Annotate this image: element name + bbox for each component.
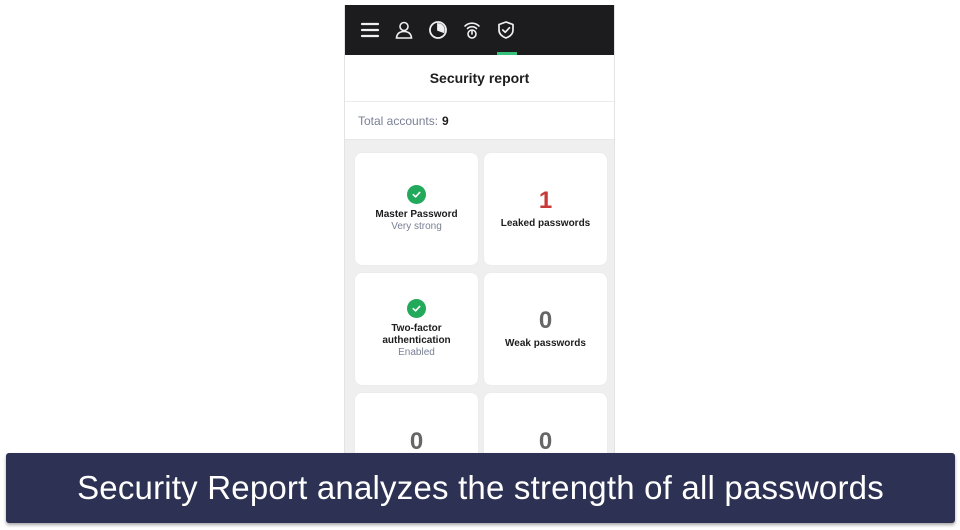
phone-screen: Security report Total accounts: 9 Master… bbox=[344, 5, 615, 465]
master-password-card[interactable]: Master Password Very strong bbox=[355, 153, 478, 265]
card-label: Master Password bbox=[375, 209, 458, 220]
shield-check-icon[interactable] bbox=[495, 19, 517, 41]
caption-banner: Security Report analyzes the strength of… bbox=[6, 453, 955, 523]
card-count: 0 bbox=[409, 428, 424, 455]
leaked-count: 1 bbox=[538, 187, 553, 214]
top-nav-bar bbox=[345, 5, 614, 55]
user-icon[interactable] bbox=[393, 19, 415, 41]
card-label-line1: Two-factor bbox=[391, 323, 442, 334]
report-cards-grid: Master Password Very strong 1 Leaked pas… bbox=[345, 140, 614, 465]
check-circle-icon bbox=[407, 299, 426, 318]
card-label: Leaked passwords bbox=[500, 218, 591, 229]
weak-count: 0 bbox=[538, 307, 553, 334]
card-label-line2: authentication bbox=[382, 335, 451, 346]
card-status: Enabled bbox=[398, 347, 435, 358]
two-factor-card[interactable]: Two-factor authentication Enabled bbox=[355, 273, 478, 385]
dashboard-icon[interactable] bbox=[427, 19, 449, 41]
card-count: 0 bbox=[538, 428, 553, 455]
screenshot-stage: Security report Total accounts: 9 Master… bbox=[0, 0, 960, 530]
active-tab-indicator bbox=[497, 52, 517, 55]
wifi-power-icon[interactable] bbox=[461, 19, 483, 41]
menu-icon[interactable] bbox=[359, 19, 381, 41]
total-accounts-count: 9 bbox=[442, 113, 449, 128]
card-status: Very strong bbox=[391, 221, 442, 232]
check-circle-icon bbox=[407, 185, 426, 204]
page-title: Security report bbox=[345, 55, 614, 102]
weak-passwords-card[interactable]: 0 Weak passwords bbox=[484, 273, 607, 385]
total-accounts-label: Total accounts: bbox=[358, 113, 439, 128]
leaked-passwords-card[interactable]: 1 Leaked passwords bbox=[484, 153, 607, 265]
total-accounts-row: Total accounts: 9 bbox=[345, 102, 614, 140]
card-label: Weak passwords bbox=[505, 338, 586, 349]
